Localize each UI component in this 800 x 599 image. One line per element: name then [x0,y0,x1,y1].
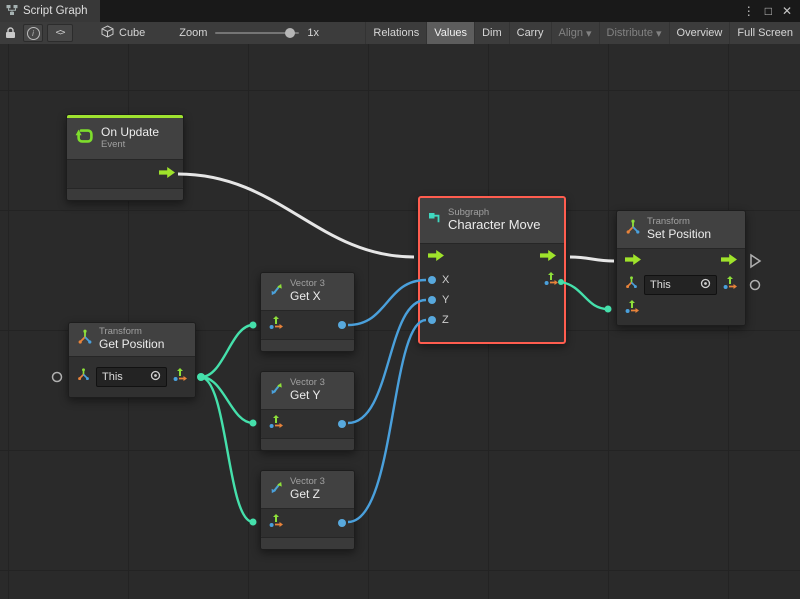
node-footer [261,537,354,549]
transform-mini-icon [77,368,90,386]
node-get-z[interactable]: Vector 3 Get Z [260,470,355,550]
vector-output-port[interactable] [544,272,558,291]
position-gizmo-icon [269,415,283,434]
value-output-port[interactable] [338,519,346,527]
unconnected-input-port-get-position[interactable] [53,373,62,382]
position-gizmo-icon [173,368,187,387]
flow-output-port[interactable] [540,248,556,266]
target-picker-icon[interactable] [700,278,711,292]
position-gizmo-icon [269,514,283,533]
graph-toolbar: i <> Cube Zoom 1x Relations Values Dim [0,22,800,45]
flow-input-port[interactable] [625,252,641,270]
value-input-port-x[interactable] [428,276,436,284]
zoom-label: Zoom [179,27,207,39]
node-footer [67,188,183,200]
distribute-dropdown[interactable]: Distribute ▾ [599,22,669,44]
values-button[interactable]: Values [426,22,474,44]
window-controls: ⋮ □ ✕ [743,0,800,22]
node-get-x[interactable]: Vector 3 Get X [260,272,355,352]
lock-icon[interactable] [0,22,21,44]
script-graph-icon [6,4,18,19]
graph-target: Cube [101,25,145,41]
wire-flow-on-update-to-character-move[interactable] [178,174,414,257]
node-character-move[interactable]: Subgraph Character Move X [418,196,566,344]
vector3-icon [269,480,284,500]
node-title: Get X [290,290,325,304]
tab-title: Script Graph [23,5,88,17]
dim-button[interactable]: Dim [474,22,509,44]
node-category: Event [101,140,159,151]
graph-canvas[interactable]: On Update Event [0,44,800,599]
window-close-icon[interactable]: ✕ [782,5,792,17]
unconnected-flow-port-set-position[interactable] [751,255,760,267]
cube-icon [101,25,114,41]
wire-value-get-position-to-get-x[interactable] [201,325,253,377]
tab-script-graph[interactable]: Script Graph [0,0,100,22]
zoom-control: Zoom 1x [179,27,319,39]
transform-output-gizmo-icon[interactable] [723,276,737,295]
wire-value-get-z-to-character-move-z[interactable] [348,320,426,522]
vector-input-gizmo-icon[interactable] [625,300,639,319]
toolbar-buttons: Relations Values Dim Carry Align ▾ Distr… [365,22,800,44]
transform-mini-icon [625,276,638,294]
target-object-label: Cube [119,27,145,39]
wire-value-get-x-to-character-move-x[interactable] [348,280,426,325]
window-maximize-icon[interactable]: □ [765,5,772,17]
window-menu-icon[interactable]: ⋮ [743,5,755,17]
value-input-port-y[interactable] [428,296,436,304]
this-object-field[interactable]: This [96,367,167,387]
port-label-y: Y [442,294,449,306]
node-title: Get Position [99,338,164,352]
flow-output-port[interactable] [159,165,175,183]
chevron-down-icon: ▾ [656,27,662,40]
subgraph-icon [428,211,442,230]
align-dropdown[interactable]: Align ▾ [551,22,599,44]
script-graph-window: Script Graph ⋮ □ ✕ i <> [0,0,800,599]
code-icon: <> [56,28,65,38]
port-label-z: Z [442,314,449,326]
carry-button[interactable]: Carry [509,22,551,44]
node-title: Get Y [290,389,325,403]
value-output-port[interactable] [338,321,346,329]
node-title: On Update [101,126,159,140]
chevron-down-icon: ▾ [586,27,592,40]
node-title: Set Position [647,228,711,242]
wire-value-get-y-to-character-move-y[interactable] [348,300,426,423]
node-title: Get Z [290,488,325,502]
on-update-loop-icon [75,126,95,151]
overview-button[interactable]: Overview [669,22,730,44]
node-get-position[interactable]: Transform Get Position This [68,322,196,398]
tab-bar: Script Graph ⋮ □ ✕ [0,0,800,22]
transform-icon [77,329,93,350]
full-screen-button[interactable]: Full Screen [729,22,800,44]
node-footer [261,339,354,351]
zoom-value: 1x [307,27,319,39]
info-button[interactable]: i [23,24,43,42]
zoom-slider[interactable] [215,32,299,34]
vector3-icon [269,282,284,302]
value-output-port[interactable] [338,420,346,428]
position-gizmo-icon [269,316,283,335]
node-on-update[interactable]: On Update Event [66,114,184,201]
node-set-position[interactable]: Transform Set Position [616,210,746,326]
info-icon: i [27,27,40,40]
node-get-y[interactable]: Vector 3 Get Y [260,371,355,451]
node-title: Character Move [448,218,540,233]
value-input-port-z[interactable] [428,316,436,324]
code-view-button[interactable]: <> [47,24,73,42]
vector3-icon [269,381,284,401]
zoom-slider-handle[interactable] [285,28,295,38]
flow-output-port[interactable] [721,252,737,270]
unconnected-output-port-set-position[interactable] [751,281,760,290]
wire-value-character-move-to-set-position[interactable] [561,282,608,309]
port-label-x: X [442,274,449,286]
target-picker-icon[interactable] [150,370,161,384]
transform-icon [625,219,641,240]
relations-button[interactable]: Relations [365,22,426,44]
node-header: On Update Event [67,118,183,160]
wire-flow-character-move-to-set-position[interactable] [570,257,614,261]
flow-input-port[interactable] [428,248,444,266]
node-footer [261,438,354,450]
this-object-field[interactable]: This [644,275,717,295]
